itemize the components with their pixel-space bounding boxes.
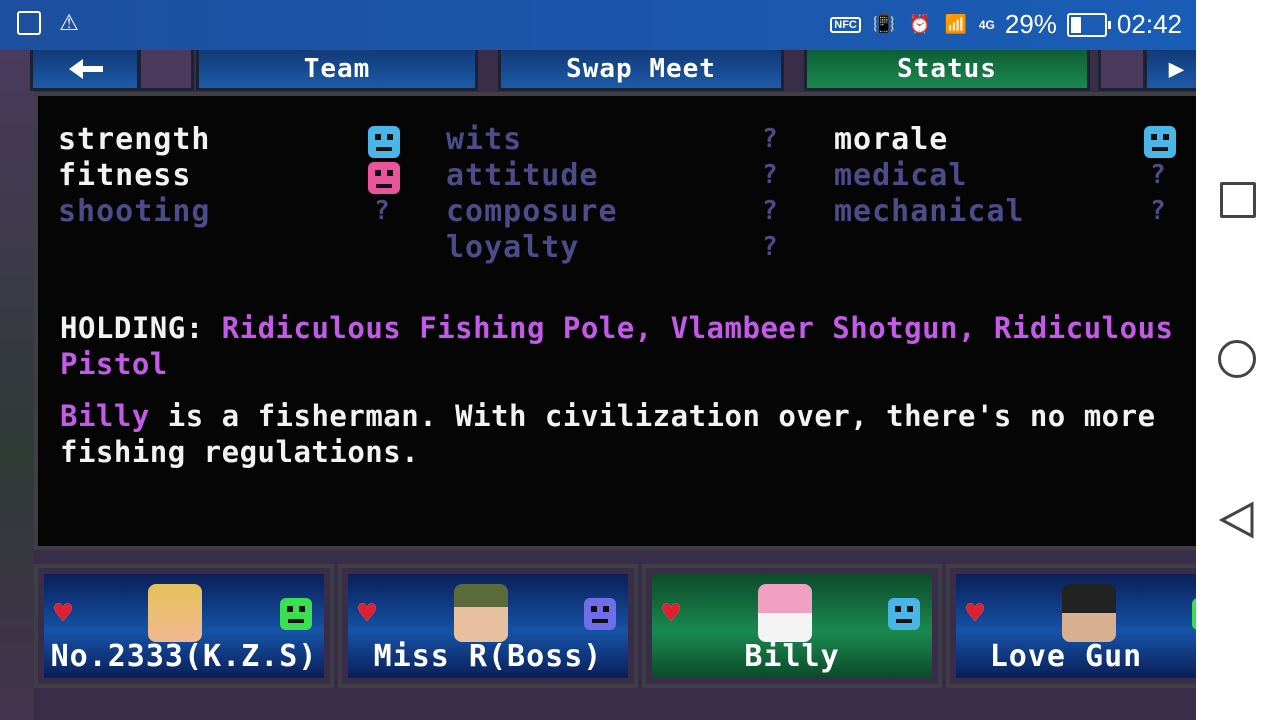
tab-swap-meet-label: Swap Meet [566,54,716,84]
stat-composure-label: composure [446,194,618,229]
background-scenery [0,50,34,720]
exit-arrow-icon [69,59,103,79]
happy-face-icon [368,126,400,158]
stat-wits-value: ? [762,124,778,154]
clock: 02:42 [1116,9,1182,39]
network-type-label: 4G [978,17,995,32]
bio-character-name: Billy [60,399,150,433]
neutral-face-icon [584,598,616,630]
character-portrait [758,584,812,642]
vibrate-icon: 📳 [872,14,896,34]
android-navigation-bar [1196,0,1280,720]
tab-separator-art [138,50,194,91]
stat-fitness-label: fitness [58,158,192,193]
back-exit-button[interactable] [30,50,140,91]
back-button[interactable] [1218,500,1258,540]
character-portrait [454,584,508,642]
stat-medical-label: medical [834,158,968,193]
character-bio: Billy is a fisherman. With civilization … [60,398,1180,470]
stat-shooting-value: ? [374,196,390,226]
stat-loyalty-value: ? [762,232,778,262]
holding-items-line1: Ridiculous Fishing Pole, Vlambeer Shotgu… [221,311,1174,345]
bio-text-line2: fishing regulations. [60,435,420,469]
stat-wits-label: wits [446,122,523,157]
tab-next-button[interactable]: ▶ [1144,50,1196,91]
game-screen: Team Swap Meet Status ▶ strength fitness… [0,50,1196,720]
recent-apps-button[interactable] [1218,180,1258,220]
character-portrait [1062,584,1116,642]
team-member-name: Miss R(Boss) [373,639,603,674]
gallery-notification-icon [16,10,42,36]
happy-face-icon [280,598,312,630]
stat-attitude-value: ? [762,160,778,190]
holding-section: HOLDING: Ridiculous Fishing Pole, Vlambe… [60,310,1180,382]
status-panel: strength fitness shooting ? wits ? attit… [34,92,1196,550]
sad-face-icon [368,162,400,194]
stat-loyalty-label: loyalty [446,230,580,265]
team-member-card[interactable]: ♥ Miss R(Boss) [338,564,638,688]
bio-text-line1: is a fisherman. With civilization over, … [149,399,1156,433]
heart-icon: ♥ [966,596,985,631]
warning-icon: ⚠ [59,10,79,35]
tab-team-label: Team [303,54,371,84]
stat-mechanical-value: ? [1150,196,1166,226]
home-button[interactable] [1218,340,1258,380]
tab-status[interactable]: Status [804,50,1090,91]
alarm-icon: ⏰ [908,14,932,34]
team-member-card[interactable]: ♥ Love Gun [946,564,1196,688]
team-member-name: No.2333(K.Z.S) [50,639,318,674]
holding-label: HOLDING: [60,311,204,345]
holding-items-line2: Pistol [60,347,168,381]
happy-face-icon [888,598,920,630]
stat-mechanical-label: mechanical [834,194,1025,229]
android-status-bar: ⚠ NFC 📳 ⏰ 📶 4G 29% 02:42 [0,0,1196,50]
battery-percent: 29% [1004,9,1057,39]
stat-composure-value: ? [762,196,778,226]
tab-separator-art [1098,50,1146,91]
team-member-name: Billy [744,639,840,674]
nfc-icon: NFC [830,16,861,33]
stat-morale-label: morale [834,122,949,157]
tab-team[interactable]: Team [196,50,478,91]
circle-icon [1218,340,1256,378]
tab-bar: Team Swap Meet Status ▶ [30,50,1196,91]
team-member-card-selected[interactable]: ♥ Billy [642,564,942,688]
stat-attitude-label: attitude [446,158,599,193]
stat-shooting-label: shooting [58,194,211,229]
stat-strength-label: strength [58,122,211,157]
team-member-card[interactable]: ♥ No.2333(K.Z.S) [34,564,334,688]
square-icon [1220,182,1256,218]
wifi-icon: 📶 [944,14,968,34]
team-member-name: Love Gun [989,639,1143,674]
battery-icon [1066,12,1111,37]
character-portrait [148,584,202,642]
heart-icon: ♥ [54,596,73,631]
happy-face-icon [1192,598,1196,630]
tab-status-label: Status [897,54,997,84]
heart-icon: ♥ [358,596,377,631]
back-triangle-icon [1218,501,1254,539]
happy-face-icon [1144,126,1176,158]
tab-swap-meet[interactable]: Swap Meet [498,50,784,91]
heart-icon: ♥ [662,596,681,631]
stat-medical-value: ? [1150,160,1166,190]
